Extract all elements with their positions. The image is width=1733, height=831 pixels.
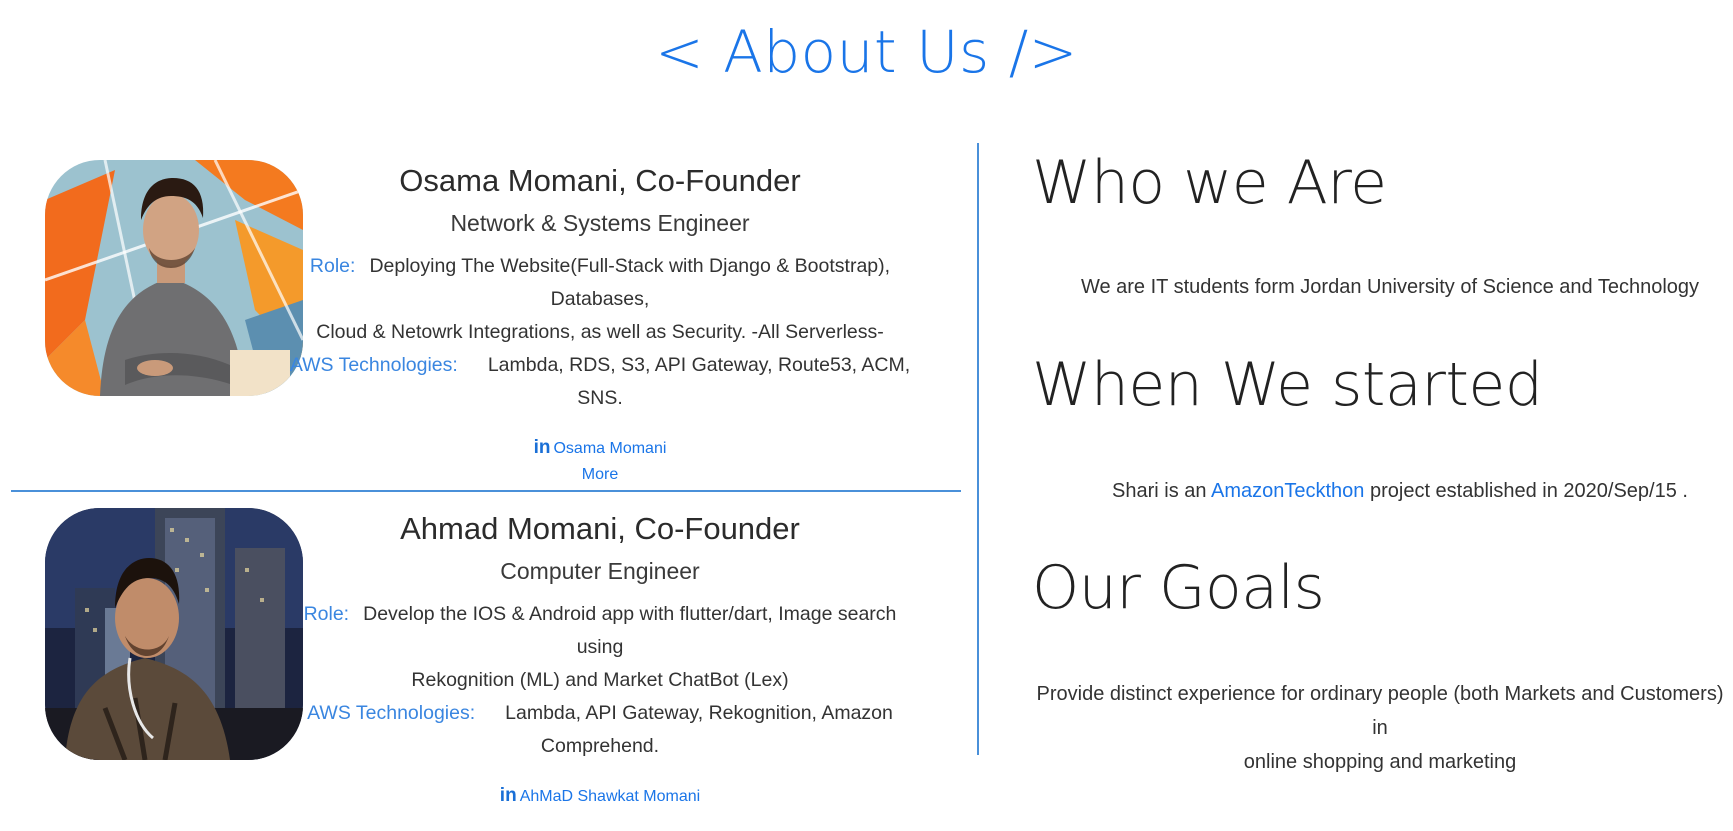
when-text-before: Shari is an [1112, 480, 1207, 502]
aws-label: AWS Technologies: [289, 354, 458, 376]
aws-line: AWS Technologies: Lambda, API Gateway, Re… [280, 697, 920, 730]
when-text-after: project established in 2020/Sep/15 . [1369, 480, 1688, 502]
vertical-divider [977, 143, 979, 755]
member-title: Computer Engineer [500, 558, 700, 584]
member-card-ahmad: Ahmad Momani, Co-Founder Computer Engine… [280, 508, 920, 810]
member-card-osama: Osama Momani, Co-Founder Network & Syste… [280, 160, 920, 488]
role-line-2: Databases, [550, 288, 650, 310]
aws-label: AWS Technologies: [307, 702, 476, 724]
member-title: Network & Systems Engineer [450, 210, 750, 236]
member-name: Ahmad Momani, Co-Founder [400, 511, 800, 546]
role-line: Role: Deploying The Website(Full-Stack wi… [280, 250, 920, 283]
goals-text-line-1: Provide distinct experience for ordinary… [1036, 683, 1724, 739]
goals-text: Provide distinct experience for ordinary… [1030, 677, 1730, 779]
page-title: < About Us /> [655, 18, 1078, 86]
aws-line-2: Comprehend. [540, 735, 660, 757]
goals-heading: Our Goals [1032, 553, 1325, 623]
who-heading: Who we Are [1032, 148, 1387, 218]
when-heading: When We started [1032, 350, 1543, 420]
linkedin-text: AhMaD Shawkat Momani [519, 788, 701, 805]
linkedin-text: Osama Momani [553, 440, 667, 457]
role-label: Role: [309, 255, 356, 277]
linkedin-icon: in [533, 437, 551, 458]
aws-line: AWS Technologies: Lambda, RDS, S3, API Ga… [280, 349, 920, 415]
role-line-2: Rekognition (ML) and Market ChatBot (Lex… [411, 669, 789, 691]
member-name: Osama Momani, Co-Founder [399, 163, 801, 198]
role-text: Develop the IOS & Android app with flutt… [363, 603, 897, 658]
goals-text-line-2: online shopping and marketing [1243, 751, 1517, 773]
linkedin-link[interactable]: in AhMaD Shawkat Momani [500, 785, 701, 806]
role-line-3: Cloud & Netowrk Integrations, as well as… [316, 321, 884, 343]
aws-text: Lambda, RDS, S3, API Gateway, Route53, A… [487, 354, 911, 409]
amazon-teckthon-link[interactable]: AmazonTeckthon [1211, 480, 1364, 502]
role-line: Role: Develop the IOS & Android app with … [280, 598, 920, 664]
role-text: Deploying The Website(Full-Stack with Dj… [369, 255, 891, 277]
linkedin-link[interactable]: in Osama Momani [534, 437, 667, 458]
social-links: in Osama Momani More [280, 435, 920, 488]
aws-text: Lambda, API Gateway, Rekognition, Amazon [505, 702, 893, 724]
more-link[interactable]: More [280, 462, 920, 488]
linkedin-icon: in [499, 785, 517, 806]
who-text: We are IT students form Jordan Universit… [1080, 276, 1700, 298]
role-label: Role: [303, 603, 350, 625]
when-text: Shari is an AmazonTeckthon project estab… [1050, 474, 1733, 508]
horizontal-divider [11, 490, 961, 492]
member-photo-osama [45, 160, 303, 396]
member-photo-ahmad [45, 508, 303, 760]
about-page: < About Us /> Osama Momani, Co-Founder N… [0, 0, 1733, 831]
social-links: in AhMaD Shawkat Momani [280, 783, 920, 810]
